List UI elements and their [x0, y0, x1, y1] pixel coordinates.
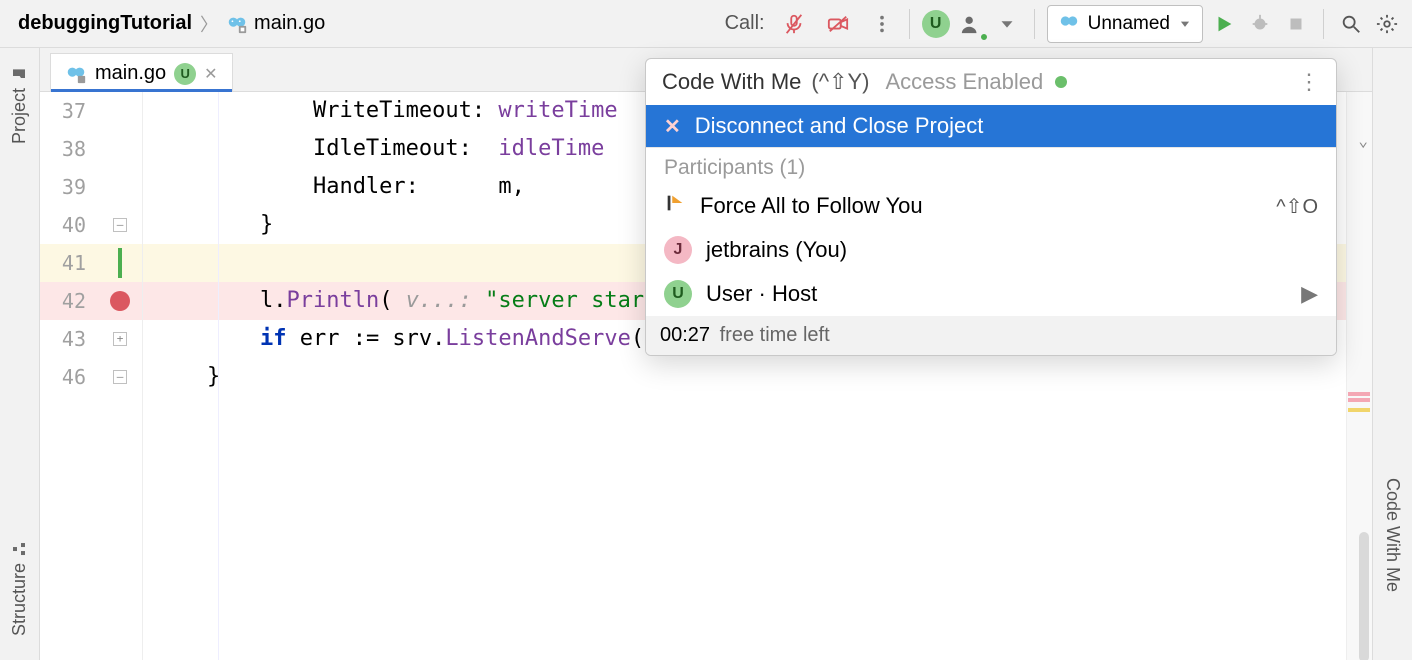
popup-footer: 00:27 free time left: [646, 316, 1336, 355]
gutter-icon-slot[interactable]: [98, 248, 142, 278]
add-participant-icon[interactable]: [956, 9, 986, 39]
camera-off-icon[interactable]: [823, 9, 853, 39]
code-text[interactable]: }: [142, 206, 273, 244]
call-label: Call:: [725, 12, 765, 35]
code-text[interactable]: IdleTimeout: idleTime: [142, 130, 604, 168]
line-number[interactable]: 38: [40, 130, 98, 168]
search-icon[interactable]: [1336, 9, 1366, 39]
code-text[interactable]: Handler: m,: [142, 168, 525, 206]
popup-section-participants: Participants (1): [646, 148, 1336, 184]
status-dot-icon: [1055, 76, 1067, 88]
popup-item-label: User · Host: [706, 281, 817, 307]
avatar-u-icon: U: [664, 280, 692, 308]
top-toolbar: debuggingTutorial 〉 main.go Call: U: [0, 0, 1412, 48]
scrollbar-thumb[interactable]: [1359, 532, 1369, 660]
mic-off-icon[interactable]: [779, 9, 809, 39]
popup-status: Access Enabled: [885, 69, 1043, 95]
folder-icon: [12, 66, 28, 82]
sidebar-tab-structure[interactable]: Structure: [7, 535, 32, 642]
line-number[interactable]: 42: [40, 282, 98, 320]
popup-item-participant-user[interactable]: U User · Host ▶: [646, 272, 1336, 316]
structure-icon: [12, 541, 28, 557]
breadcrumb: debuggingTutorial 〉 main.go: [18, 11, 325, 37]
separator: [909, 9, 910, 39]
popup-header: Code With Me (^⇧Y) Access Enabled ⋮: [646, 59, 1336, 105]
fold-chevron-icon[interactable]: ⌄: [1358, 122, 1368, 160]
line-number[interactable]: 37: [40, 92, 98, 130]
debug-button[interactable]: [1245, 9, 1275, 39]
go-file-icon: [226, 13, 248, 35]
breadcrumb-separator-icon: 〉: [200, 11, 218, 37]
sidebar-tab-code-with-me[interactable]: Code With Me: [1382, 478, 1403, 592]
separator: [1323, 9, 1324, 39]
breakpoint-icon[interactable]: [110, 291, 130, 311]
fold-expand-icon[interactable]: +: [113, 332, 127, 346]
run-config-label: Unnamed: [1088, 13, 1170, 35]
settings-icon[interactable]: [1372, 9, 1402, 39]
code-line[interactable]: 46 – }: [40, 358, 1372, 396]
breadcrumb-file-label: main.go: [254, 12, 325, 35]
run-config-icon: [1058, 10, 1080, 38]
fold-collapse-icon[interactable]: –: [113, 218, 127, 232]
line-number[interactable]: 39: [40, 168, 98, 206]
tab-user-badge: U: [174, 63, 196, 85]
right-sidebar: Code With Me: [1372, 48, 1412, 660]
popup-item-participant-jetbrains[interactable]: J jetbrains (You): [646, 228, 1336, 272]
popup-timer-label: free time left: [720, 324, 830, 346]
code-text[interactable]: l.Println( v...: "server started"): [142, 282, 710, 320]
error-stripe-marker[interactable]: [1348, 398, 1370, 402]
line-number[interactable]: 41: [40, 244, 98, 282]
fold-collapse-icon[interactable]: –: [113, 370, 127, 384]
code-text[interactable]: WriteTimeout: writeTime: [142, 92, 618, 130]
popup-item-label: Force All to Follow You: [700, 193, 923, 219]
breadcrumb-file[interactable]: main.go: [226, 12, 325, 35]
popup-item-shortcut: ^⇧O: [1276, 194, 1318, 219]
disconnect-icon: ✕: [664, 114, 681, 139]
run-configuration-selector[interactable]: Unnamed: [1047, 5, 1203, 43]
sidebar-tab-project-label: Project: [9, 88, 30, 144]
popup-title: Code With Me: [662, 69, 801, 95]
code-text[interactable]: }: [142, 358, 220, 396]
gutter-icon-slot[interactable]: –: [98, 370, 142, 384]
error-stripe-marker[interactable]: [1348, 392, 1370, 396]
gutter-icon-slot[interactable]: +: [98, 332, 142, 346]
warning-stripe-marker[interactable]: [1348, 408, 1370, 412]
left-sidebar: Project Structure: [0, 48, 40, 660]
popup-title-shortcut: (^⇧Y): [811, 69, 869, 95]
popup-item-disconnect[interactable]: ✕ Disconnect and Close Project: [646, 105, 1336, 147]
force-follow-icon: [664, 192, 686, 220]
editor-scrollbar[interactable]: ⌄: [1346, 92, 1372, 660]
go-file-icon: [65, 63, 87, 85]
stop-button[interactable]: [1281, 9, 1311, 39]
gutter-icon-slot[interactable]: [98, 291, 142, 311]
submenu-arrow-icon: ▶: [1301, 281, 1318, 307]
avatar-j-icon: J: [664, 236, 692, 264]
breadcrumb-project[interactable]: debuggingTutorial: [18, 12, 192, 35]
popup-item-label: jetbrains (You): [706, 237, 847, 263]
chevron-down-icon: [1178, 17, 1192, 31]
editor-tab-main-go[interactable]: main.go U ✕: [50, 53, 233, 91]
popup-timer: 00:27: [660, 324, 710, 346]
popup-more-icon[interactable]: ⋮: [1298, 69, 1320, 95]
sidebar-tab-structure-label: Structure: [9, 563, 30, 636]
popup-item-force-follow[interactable]: Force All to Follow You ^⇧O: [646, 184, 1336, 228]
popup-item-label: Disconnect and Close Project: [695, 113, 984, 139]
code-with-me-popup: Code With Me (^⇧Y) Access Enabled ⋮ ✕ Di…: [645, 58, 1337, 356]
separator: [1034, 9, 1035, 39]
call-controls: Call:: [725, 9, 897, 39]
sidebar-tab-project[interactable]: Project: [7, 60, 32, 150]
line-number[interactable]: 43: [40, 320, 98, 358]
line-number[interactable]: 46: [40, 358, 98, 396]
caret-indicator: [118, 248, 122, 278]
editor-tab-label: main.go: [95, 62, 166, 85]
participant-dropdown-icon[interactable]: [992, 9, 1022, 39]
run-button[interactable]: [1209, 9, 1239, 39]
line-number[interactable]: 40: [40, 206, 98, 244]
gutter-icon-slot[interactable]: –: [98, 218, 142, 232]
call-more-icon[interactable]: [867, 9, 897, 39]
close-tab-icon[interactable]: ✕: [204, 64, 217, 84]
user-avatar-u[interactable]: U: [922, 10, 950, 38]
